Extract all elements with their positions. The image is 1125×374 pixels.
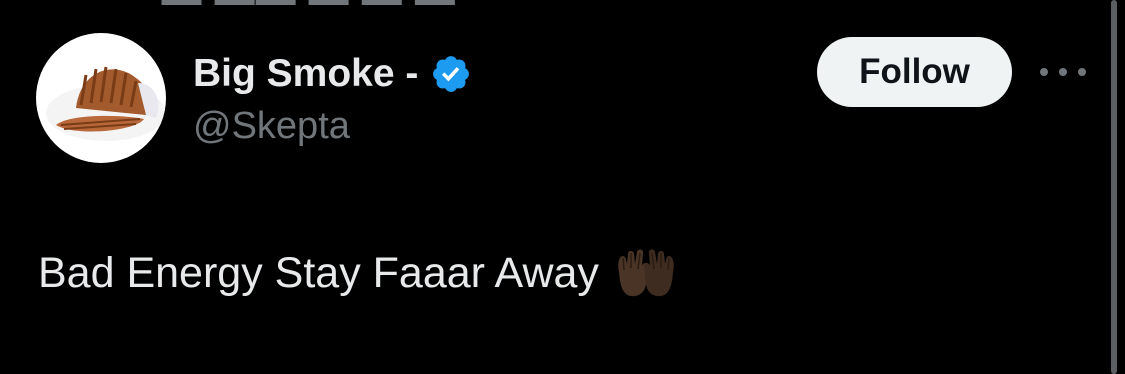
follow-button[interactable]: Follow [817,37,1012,107]
more-dot [1059,68,1067,76]
author-name-row[interactable]: Big Smoke - [193,50,472,98]
tweet-text: Bad Energy Stay Faaar Away [38,248,599,297]
display-name[interactable]: Big Smoke - [193,52,418,96]
raised-hands-icon [613,248,679,298]
cap-image-icon [46,66,166,141]
more-options-icon[interactable] [1040,62,1086,82]
more-dot [1078,68,1086,76]
verified-icon[interactable] [430,53,472,95]
more-dot [1040,68,1048,76]
scrollbar[interactable] [1111,0,1117,374]
previous-tweet-cutoff: ─ ▬ ▬▬ ▬ ▬ ▬ [120,0,456,15]
avatar[interactable] [36,33,166,163]
author-handle[interactable]: @Skepta [193,105,350,148]
tweet-body: Bad Energy Stay Faaar Away [38,248,679,298]
